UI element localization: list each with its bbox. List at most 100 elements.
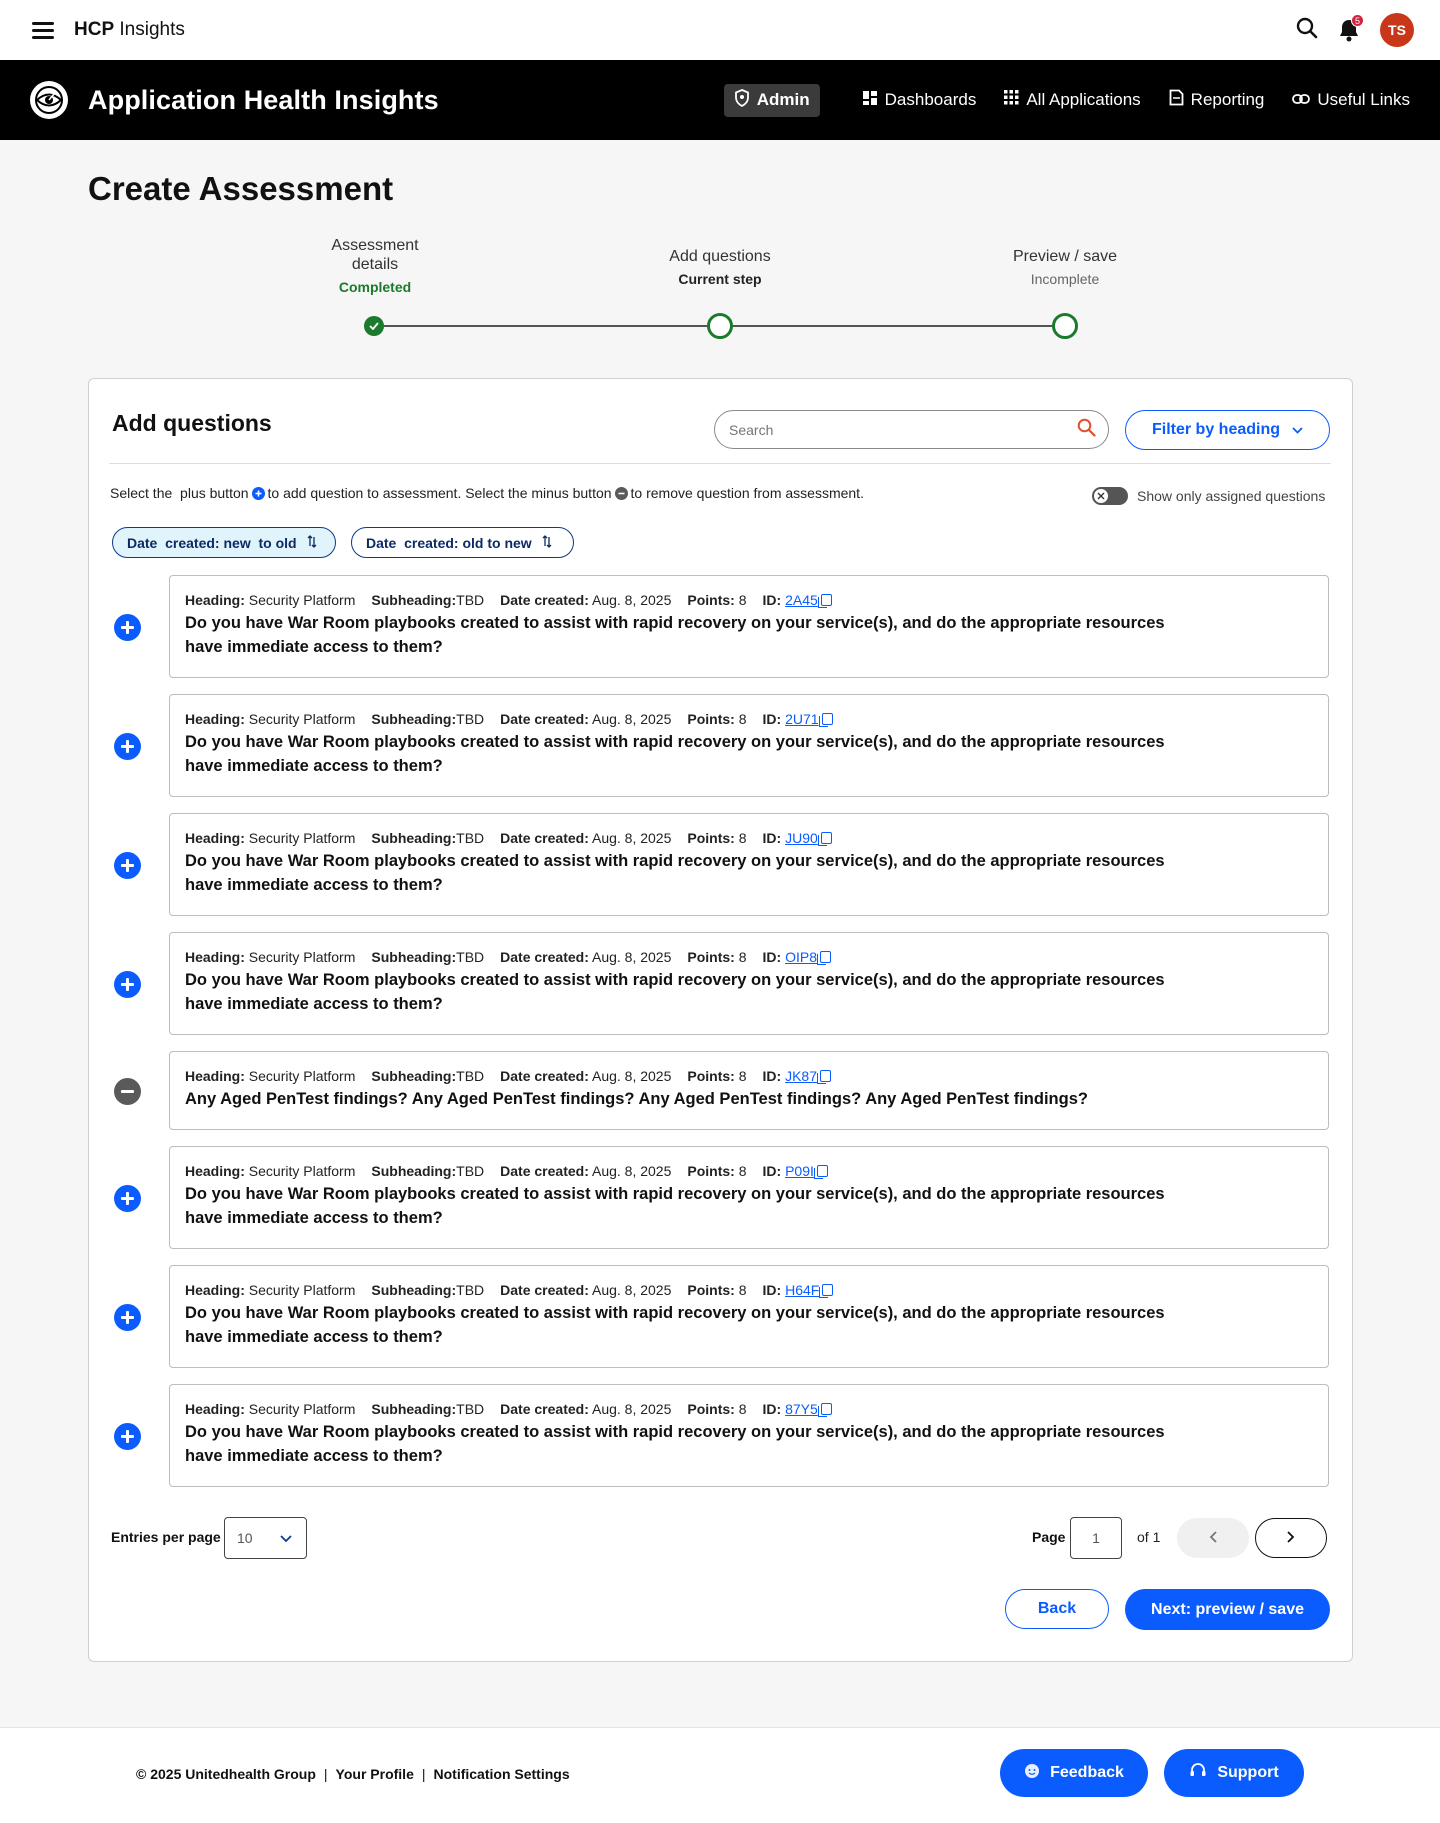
date-label: Date created: xyxy=(500,1163,589,1179)
add-question-button[interactable] xyxy=(114,1184,141,1212)
search-input[interactable] xyxy=(729,421,1029,438)
question-card: Heading: Security Platform Subheading:TBD… xyxy=(169,1265,1329,1368)
search-icon[interactable] xyxy=(1077,418,1096,442)
subheading-label: Subheading: xyxy=(371,592,457,608)
sort-new-to-old-button[interactable]: Date created: new to old xyxy=(112,527,336,558)
chevron-down-icon xyxy=(1292,421,1303,439)
question-date: Date created: Aug. 8, 2025 xyxy=(500,949,671,965)
question-points: Points: 8 xyxy=(687,949,746,965)
copy-icon[interactable] xyxy=(817,594,832,608)
copy-icon[interactable] xyxy=(819,1284,834,1298)
feedback-button[interactable]: Feedback xyxy=(1000,1749,1148,1797)
feedback-icon xyxy=(1024,1763,1040,1784)
app-title[interactable]: Application Health Insights xyxy=(88,85,439,116)
step-assessment-details[interactable]: Assessment details Completed xyxy=(275,236,475,297)
question-subheading: Subheading:TBD xyxy=(371,711,484,727)
filter-label: Filter by heading xyxy=(1151,421,1280,438)
question-id: ID: P09I xyxy=(763,1163,828,1179)
question-id-link[interactable]: 2A45 xyxy=(785,592,818,608)
points-value: 8 xyxy=(738,949,747,965)
question-id-link[interactable]: 87Y5 xyxy=(785,1401,818,1417)
date-value: Aug. 8, 2025 xyxy=(591,711,672,727)
copy-icon[interactable] xyxy=(817,832,832,846)
question-id-link[interactable]: 2U71 xyxy=(785,711,818,727)
search-box[interactable] xyxy=(714,410,1109,449)
nav-all-applications[interactable]: All Applications xyxy=(1004,90,1141,110)
previous-page-button[interactable] xyxy=(1177,1518,1249,1558)
nav-dashboards[interactable]: Dashboards xyxy=(862,90,976,111)
next-preview-save-button[interactable]: Next: preview / save xyxy=(1125,1589,1330,1630)
subheading-value: TBD xyxy=(456,830,485,846)
id-label: ID: xyxy=(762,592,782,608)
heading-value: Security Platform xyxy=(248,711,356,727)
add-question-button[interactable] xyxy=(114,970,141,998)
question-meta: Heading: Security Platform Subheading:TBD… xyxy=(185,1163,1312,1179)
page-number-input[interactable]: 1 xyxy=(1070,1517,1122,1559)
points-label: Points: xyxy=(687,1068,735,1084)
assigned-only-toggle[interactable] xyxy=(1092,487,1128,505)
heading-value: Security Platform xyxy=(248,1282,356,1298)
main-nav: Application Health Insights Admin Dashbo… xyxy=(0,60,1440,140)
nav-all-applications-label: All Applications xyxy=(1026,90,1141,109)
subheading-value: TBD xyxy=(456,1163,485,1179)
copy-icon[interactable] xyxy=(813,1165,828,1179)
add-question-button[interactable] xyxy=(114,1422,141,1450)
support-label: Support xyxy=(1217,1764,1279,1781)
minus-icon xyxy=(614,486,628,500)
copy-icon[interactable] xyxy=(818,713,833,727)
subheading-label: Subheading: xyxy=(371,711,457,727)
subheading-value: TBD xyxy=(456,1068,485,1084)
question-id-link[interactable]: JK87 xyxy=(785,1068,817,1084)
id-label: ID: xyxy=(762,830,782,846)
add-question-button[interactable] xyxy=(114,1303,141,1331)
app-logo-icon[interactable] xyxy=(30,81,68,119)
subheading-label: Subheading: xyxy=(371,949,457,965)
question-points: Points: 8 xyxy=(687,1401,746,1417)
nav-admin[interactable]: Admin xyxy=(723,83,820,117)
menu-icon[interactable] xyxy=(32,22,54,39)
add-question-button[interactable] xyxy=(114,613,141,641)
remove-question-button[interactable] xyxy=(114,1077,141,1105)
date-label: Date created: xyxy=(500,949,589,965)
notification-settings-link[interactable]: Notification Settings xyxy=(434,1766,570,1782)
question-id-link[interactable]: OIP8 xyxy=(785,949,817,965)
instruction-text: to add question to assessment. Select th… xyxy=(267,485,612,501)
question-heading: Heading: Security Platform xyxy=(185,1282,355,1298)
nav-useful-links[interactable]: Useful Links xyxy=(1292,90,1410,110)
question-id-link[interactable]: H64F xyxy=(785,1282,819,1298)
question-date: Date created: Aug. 8, 2025 xyxy=(500,830,671,846)
your-profile-link[interactable]: Your Profile xyxy=(336,1766,414,1782)
back-button[interactable]: Back xyxy=(1005,1589,1109,1629)
next-page-button[interactable] xyxy=(1255,1518,1327,1558)
add-question-button[interactable] xyxy=(114,732,141,760)
copy-icon[interactable] xyxy=(817,1403,832,1417)
points-label: Points: xyxy=(687,830,735,846)
search-icon[interactable] xyxy=(1296,17,1318,44)
instructions: Select the plus button to add question t… xyxy=(110,485,864,501)
filter-by-heading-button[interactable]: Filter by heading xyxy=(1125,410,1330,450)
step-add-questions[interactable]: Add questions Current step xyxy=(620,247,820,289)
heading-label: Heading: xyxy=(185,711,245,727)
question-id-link[interactable]: JU90 xyxy=(785,830,818,846)
bell-icon[interactable]: 5 xyxy=(1336,14,1364,43)
date-label: Date created: xyxy=(500,1401,589,1417)
question-id: ID: H64F xyxy=(763,1282,834,1298)
question-meta: Heading: Security Platform Subheading:TBD… xyxy=(185,711,1312,727)
question-heading: Heading: Security Platform xyxy=(185,1401,355,1417)
question-meta: Heading: Security Platform Subheading:TBD… xyxy=(185,1282,1312,1298)
brand-name[interactable]: HCP Insights xyxy=(74,19,185,41)
question-id-link[interactable]: P09I xyxy=(785,1163,814,1179)
support-button[interactable]: Support xyxy=(1164,1749,1304,1797)
copy-icon[interactable] xyxy=(817,951,831,965)
heading-label: Heading: xyxy=(185,830,245,846)
add-question-button[interactable] xyxy=(114,851,141,879)
avatar[interactable]: TS xyxy=(1380,13,1414,47)
copy-icon[interactable] xyxy=(817,1070,832,1084)
brand-bold: HCP xyxy=(74,19,115,40)
points-value: 8 xyxy=(738,592,747,608)
entries-per-page-select[interactable]: 10 xyxy=(224,1517,307,1559)
sort-old-to-new-button[interactable]: Date created: old to new xyxy=(351,527,574,558)
question-text: Do you have War Room playbooks created t… xyxy=(185,852,1165,894)
nav-reporting[interactable]: Reporting xyxy=(1169,89,1264,111)
step-preview-save[interactable]: Preview / save Incomplete xyxy=(965,247,1165,289)
